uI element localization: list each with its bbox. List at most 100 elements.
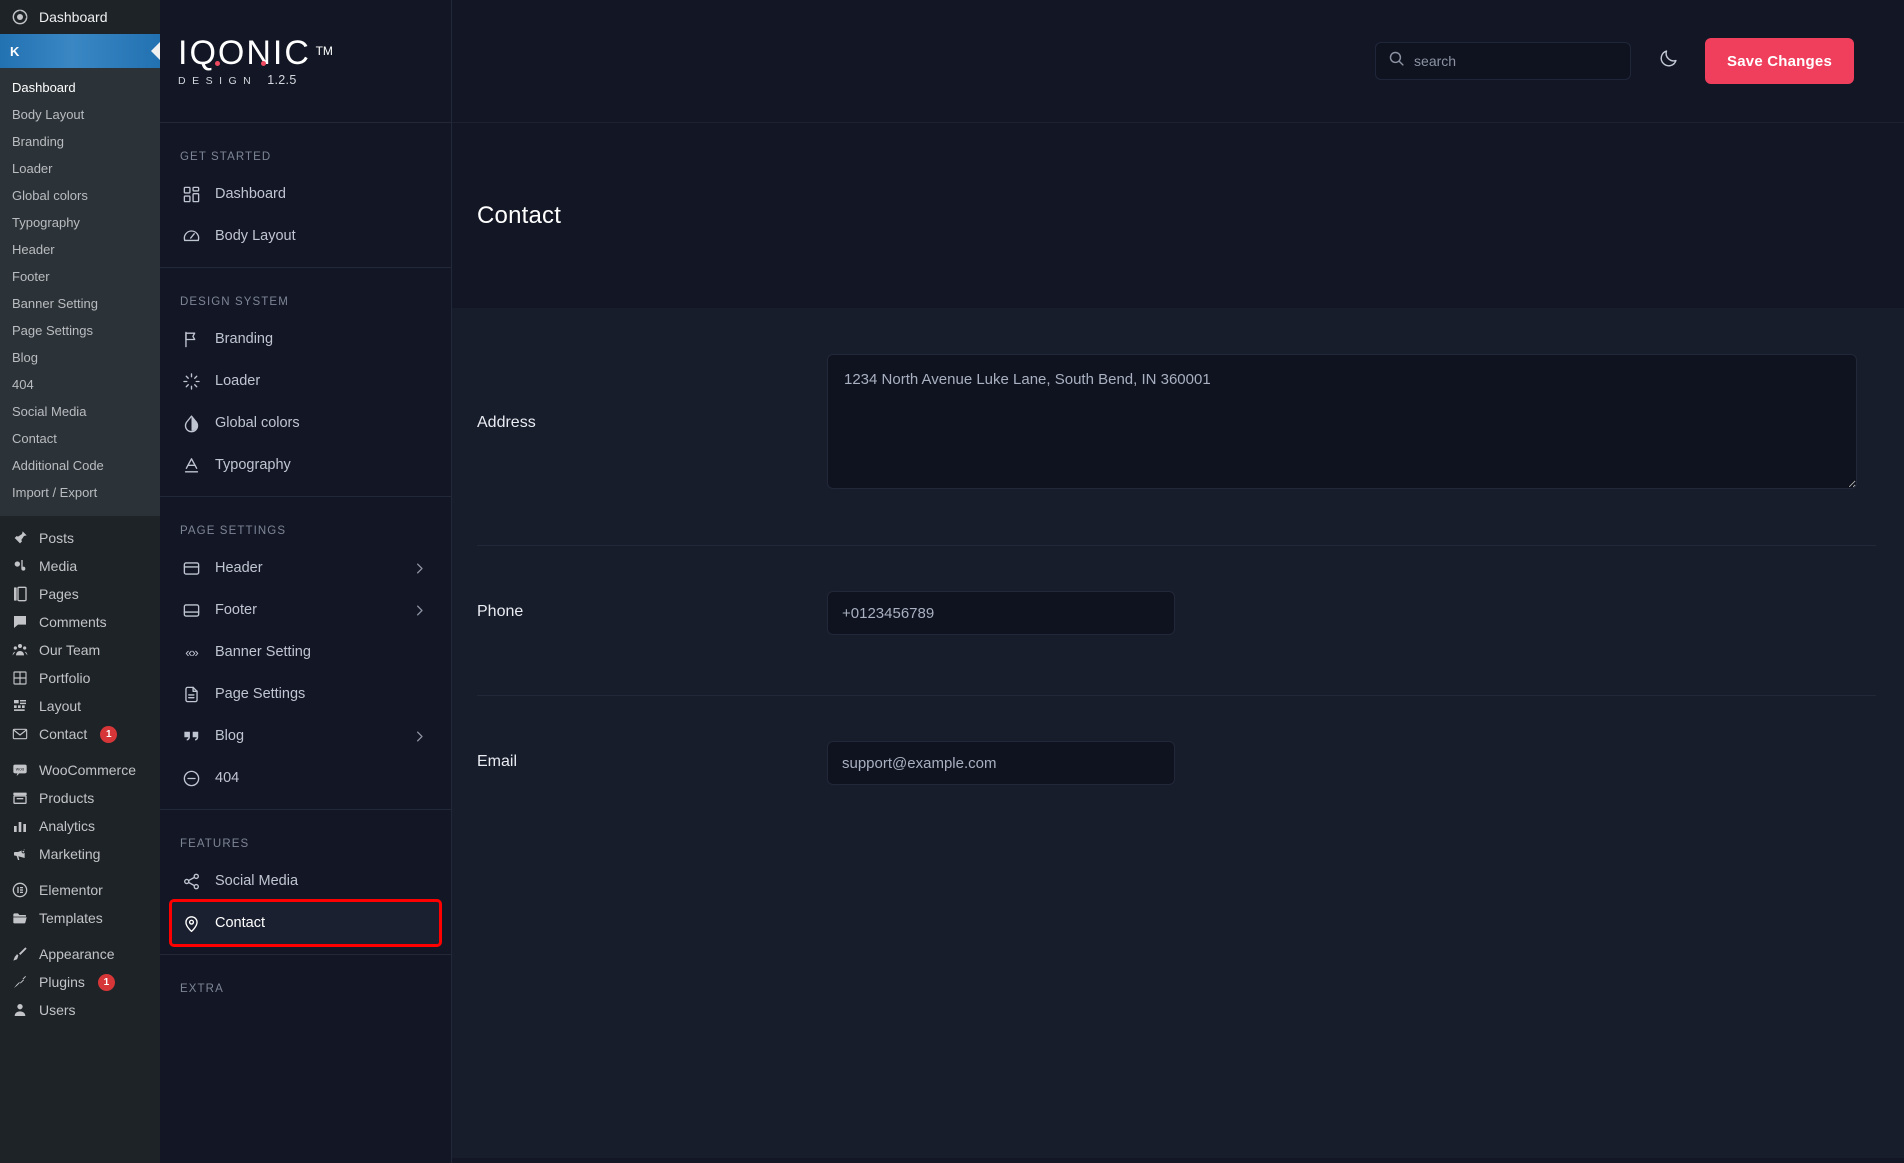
panel-nav-item-banner-setting[interactable]: «» Banner Setting xyxy=(172,631,439,673)
section-title: PAGE SETTINGS xyxy=(180,525,287,537)
layout-icon xyxy=(10,698,30,714)
wp-menu-item-posts[interactable]: Posts xyxy=(0,524,160,552)
wp-menu-item-elementor[interactable]: Elementor xyxy=(0,876,160,904)
wp-submenu-item[interactable]: Dashboard xyxy=(0,74,160,101)
panel-nav-item-page-settings[interactable]: Page Settings xyxy=(172,673,439,715)
panel-nav: GET STARTED Dashboard Body Layout DESIGN SY… xyxy=(160,123,451,1005)
panel-sidebar: IQONIC TM DESIGN 1.2.5 GET STARTED Dashbo… xyxy=(160,0,452,1163)
wp-menu-item-our-team[interactable]: Our Team xyxy=(0,636,160,664)
dark-mode-toggle[interactable] xyxy=(1653,46,1683,76)
search-input-wrapper[interactable] xyxy=(1375,42,1632,80)
email-field-row: Email xyxy=(452,696,1904,845)
speedometer-icon xyxy=(182,227,201,246)
pages-icon xyxy=(10,586,30,602)
panel-nav-item-label: Footer xyxy=(215,602,257,618)
panel-nav-item-branding[interactable]: Branding xyxy=(172,318,439,360)
wp-menu-item-woocommerce[interactable]: woo WooCommerce xyxy=(0,756,160,784)
wp-submenu-item[interactable]: Social Media xyxy=(0,398,160,425)
app-root: Dashboard K Dashboard Body Layout Branding… xyxy=(0,0,1904,1163)
panel-nav-item-header[interactable]: Header xyxy=(172,547,439,589)
wp-menu-item-appearance[interactable]: Appearance xyxy=(0,940,160,968)
main-area: Save Changes Contact Address Phone Email xyxy=(452,0,1904,1163)
wp-submenu-item[interactable]: Additional Code xyxy=(0,452,160,479)
wp-submenu-item[interactable]: Import / Export xyxy=(0,479,160,506)
map-pin-icon xyxy=(182,914,201,933)
wp-menu-item-label: Portfolio xyxy=(39,670,91,686)
analytics-bars-icon xyxy=(10,818,30,834)
panel-nav-item-label: Blog xyxy=(215,728,245,744)
wp-submenu-item[interactable]: Page Settings xyxy=(0,317,160,344)
panel-nav-item-contact[interactable]: Contact xyxy=(169,899,442,947)
wp-menu-item-templates[interactable]: Templates xyxy=(0,904,160,932)
save-changes-button[interactable]: Save Changes xyxy=(1705,38,1854,84)
panel-nav-item-label: Page Settings xyxy=(215,686,306,702)
products-icon xyxy=(10,790,30,806)
wp-submenu-item[interactable]: Footer xyxy=(0,263,160,290)
panel-nav-item-global-colors[interactable]: Global colors xyxy=(172,402,439,444)
panel-nav-item-social-media[interactable]: Social Media xyxy=(172,860,439,902)
wp-submenu-item[interactable]: Blog xyxy=(0,344,160,371)
phone-input[interactable] xyxy=(827,591,1175,635)
address-textarea[interactable] xyxy=(827,354,1857,489)
document-icon xyxy=(182,685,201,704)
email-input[interactable] xyxy=(827,741,1175,785)
wp-submenu-item[interactable]: Typography xyxy=(0,209,160,236)
wp-menu-item-layout[interactable]: Layout xyxy=(0,692,160,720)
wp-menu-badge: 1 xyxy=(100,725,118,743)
chevron-right-icon xyxy=(412,603,427,618)
wp-menu-item-label: Our Team xyxy=(39,642,101,658)
panel-nav-item-label: Global colors xyxy=(215,415,300,431)
wp-menu-item-comments[interactable]: Comments xyxy=(0,608,160,636)
woocommerce-icon: woo xyxy=(10,762,30,778)
wp-menu-item-portfolio[interactable]: Portfolio xyxy=(0,664,160,692)
wp-menu-item-marketing[interactable]: Marketing xyxy=(0,840,160,868)
wp-active-plugin-item[interactable]: K xyxy=(0,34,160,68)
chevron-right-icon xyxy=(412,561,427,576)
panel-nav-item-dashboard[interactable]: Dashboard xyxy=(172,173,439,215)
wp-menu-item-label: Templates xyxy=(39,910,103,926)
wp-submenu-item[interactable]: Loader xyxy=(0,155,160,182)
wp-dashboard-item[interactable]: Dashboard xyxy=(0,0,160,34)
panel-nav-item-404[interactable]: 404 xyxy=(172,757,439,799)
panel-nav-item-footer[interactable]: Footer xyxy=(172,589,439,631)
plug-icon xyxy=(10,974,30,990)
moon-icon xyxy=(1658,48,1679,74)
wp-menu-item-pages[interactable]: Pages xyxy=(0,580,160,608)
wp-submenu-item[interactable]: 404 xyxy=(0,371,160,398)
flag-icon xyxy=(182,330,201,349)
section-title: GET STARTED xyxy=(180,151,272,163)
wp-menu-item-plugins[interactable]: Plugins 1 xyxy=(0,968,160,996)
wp-menu-item-media[interactable]: Media xyxy=(0,552,160,580)
wp-menu-item-contact[interactable]: Contact 1 xyxy=(0,720,160,748)
wp-submenu-item[interactable]: Branding xyxy=(0,128,160,155)
panel-nav-item-label: Contact xyxy=(215,915,265,931)
address-label: Address xyxy=(477,414,536,431)
panel-nav-item-blog[interactable]: Blog xyxy=(172,715,439,757)
wp-submenu-item[interactable]: Banner Setting xyxy=(0,290,160,317)
brand-name-text: IQONIC xyxy=(178,34,311,72)
kit-logo-icon: K xyxy=(10,43,20,59)
email-label: Email xyxy=(477,753,518,770)
wp-submenu-item[interactable]: Header xyxy=(0,236,160,263)
pin-icon xyxy=(10,530,30,546)
wp-menu-item-label: Analytics xyxy=(39,818,96,834)
wp-menu-item-products[interactable]: Products xyxy=(0,784,160,812)
wp-submenu-item[interactable]: Global colors xyxy=(0,182,160,209)
brand-tagline: DESIGN xyxy=(178,75,258,87)
wp-menu-item-analytics[interactable]: Analytics xyxy=(0,812,160,840)
search-input[interactable] xyxy=(1414,53,1619,69)
panel-nav-item-body-layout[interactable]: Body Layout xyxy=(172,215,439,257)
wp-menu-item-label: Comments xyxy=(39,614,107,630)
wp-submenu-item[interactable]: Body Layout xyxy=(0,101,160,128)
wp-menu-item-users[interactable]: Users xyxy=(0,996,160,1024)
panel-nav-item-loader[interactable]: Loader xyxy=(172,360,439,402)
panel-nav-item-label: Social Media xyxy=(215,873,299,889)
panel-nav-item-typography[interactable]: Typography xyxy=(172,444,439,486)
spinner-icon xyxy=(182,372,201,391)
team-icon xyxy=(10,642,30,658)
topbar: Save Changes xyxy=(452,0,1904,123)
wp-menu-badge: 1 xyxy=(97,973,115,991)
brand-logo[interactable]: IQONIC TM DESIGN 1.2.5 xyxy=(160,0,451,123)
chevrons-icon: «» xyxy=(185,644,199,660)
wp-submenu-item[interactable]: Contact xyxy=(0,425,160,452)
